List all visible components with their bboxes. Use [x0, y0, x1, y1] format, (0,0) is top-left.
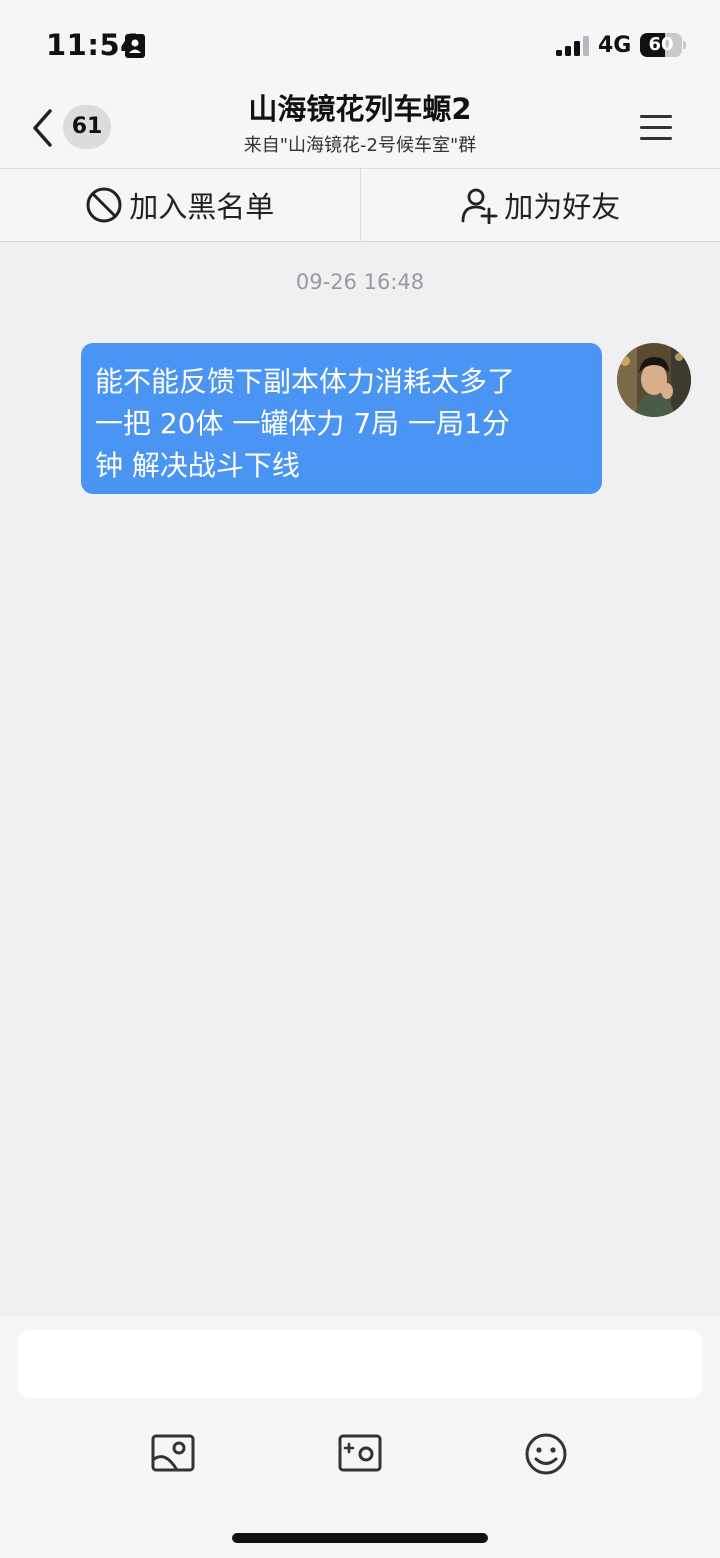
- chevron-left-icon: [33, 109, 52, 147]
- message-timestamp: 09-26 16:48: [295, 270, 425, 294]
- chat-area[interactable]: 09-26 16:48 能不能反馈下副本体力消耗太多了 一把 20体 一罐体力 …: [0, 242, 720, 1316]
- battery-level: 60: [648, 34, 674, 55]
- id-card-icon: [125, 34, 145, 58]
- message-input[interactable]: [18, 1330, 702, 1398]
- message-line: 一把 20体 一罐体力 7局 一局1分: [95, 407, 510, 440]
- block-icon: [86, 187, 122, 223]
- status-bar: 11:54 4G 60: [0, 0, 720, 90]
- network-label: 4G: [598, 33, 632, 58]
- chat-subtitle: 来自"山海镜花-2号候车室"群: [243, 135, 477, 156]
- camera-icon[interactable]: [336, 1430, 384, 1478]
- avatar[interactable]: [617, 343, 691, 417]
- back-button[interactable]: [22, 102, 62, 154]
- signal-icon: [556, 36, 589, 56]
- action-bar: 加入黑名单 加为好友: [0, 168, 720, 243]
- add-friend-button[interactable]: 加为好友: [361, 169, 720, 241]
- input-area: [0, 1316, 720, 1558]
- message-line: 能不能反馈下副本体力消耗太多了: [95, 365, 516, 398]
- menu-icon[interactable]: [636, 110, 676, 146]
- message-bubble[interactable]: 能不能反馈下副本体力消耗太多了 一把 20体 一罐体力 7局 一局1分 钟 解决…: [81, 343, 602, 494]
- message-line: 钟 解决战斗下线: [95, 449, 300, 482]
- blacklist-button[interactable]: 加入黑名单: [0, 169, 360, 241]
- nav-header: 61 山海镜花列车螈2 来自"山海镜花-2号候车室"群: [0, 90, 720, 168]
- blacklist-label: 加入黑名单: [129, 190, 275, 224]
- image-icon[interactable]: [149, 1430, 197, 1478]
- battery-icon: 60: [640, 33, 686, 57]
- emoji-icon[interactable]: [522, 1430, 570, 1478]
- home-indicator[interactable]: [232, 1533, 488, 1543]
- unread-count-badge[interactable]: 61: [63, 105, 111, 149]
- add-user-icon: [461, 188, 498, 224]
- chat-title: 山海镜花列车螈2: [248, 92, 472, 126]
- add-friend-label: 加为好友: [504, 190, 621, 224]
